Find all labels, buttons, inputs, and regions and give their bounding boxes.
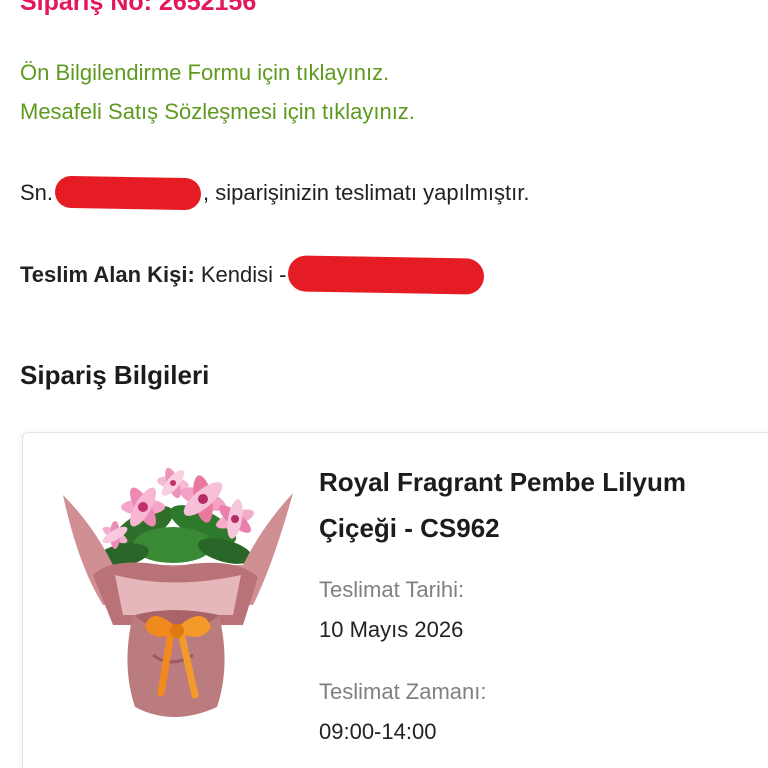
flower-bouquet-image bbox=[63, 467, 293, 717]
redacted-customer-name bbox=[54, 175, 202, 211]
greeting-prefix: Sn. bbox=[20, 180, 54, 205]
delivery-status-text: , siparişinizin teslimatı yapılmıştır. bbox=[203, 180, 530, 205]
order-info-heading: Sipariş Bilgileri bbox=[20, 360, 210, 390]
product-name[interactable]: Royal Fragrant Pembe Lilyum Çiçeği - CS9… bbox=[319, 459, 729, 551]
receiver-line: Teslim Alan Kişi: Kendisi - bbox=[20, 255, 485, 295]
delivery-date-value: 10 Mayıs 2026 bbox=[319, 617, 464, 642]
pre-info-form-link[interactable]: Ön Bilgilendirme Formu için tıklayınız. bbox=[20, 60, 389, 86]
order-item-card: Royal Fragrant Pembe Lilyum Çiçeği - CS9… bbox=[22, 432, 768, 768]
order-delivery-page: Sipariş No: 2652156 Ön Bilgilendirme For… bbox=[0, 0, 768, 768]
receiver-label: Teslim Alan Kişi: bbox=[20, 262, 195, 287]
order-number: Sipariş No: 2652156 bbox=[20, 0, 257, 16]
redacted-receiver-name bbox=[288, 255, 485, 295]
receiver-value: Kendisi - bbox=[200, 262, 287, 287]
distance-sales-contract-link[interactable]: Mesafeli Satış Sözleşmesi için tıklayını… bbox=[20, 99, 415, 125]
delivery-date-label: Teslimat Tarihi: bbox=[319, 577, 465, 602]
delivery-message: Sn. , siparişinizin teslimatı yapılmıştı… bbox=[20, 175, 530, 211]
delivery-time-value: 09:00-14:00 bbox=[319, 719, 437, 744]
delivery-time-label: Teslimat Zamanı: bbox=[319, 679, 487, 704]
